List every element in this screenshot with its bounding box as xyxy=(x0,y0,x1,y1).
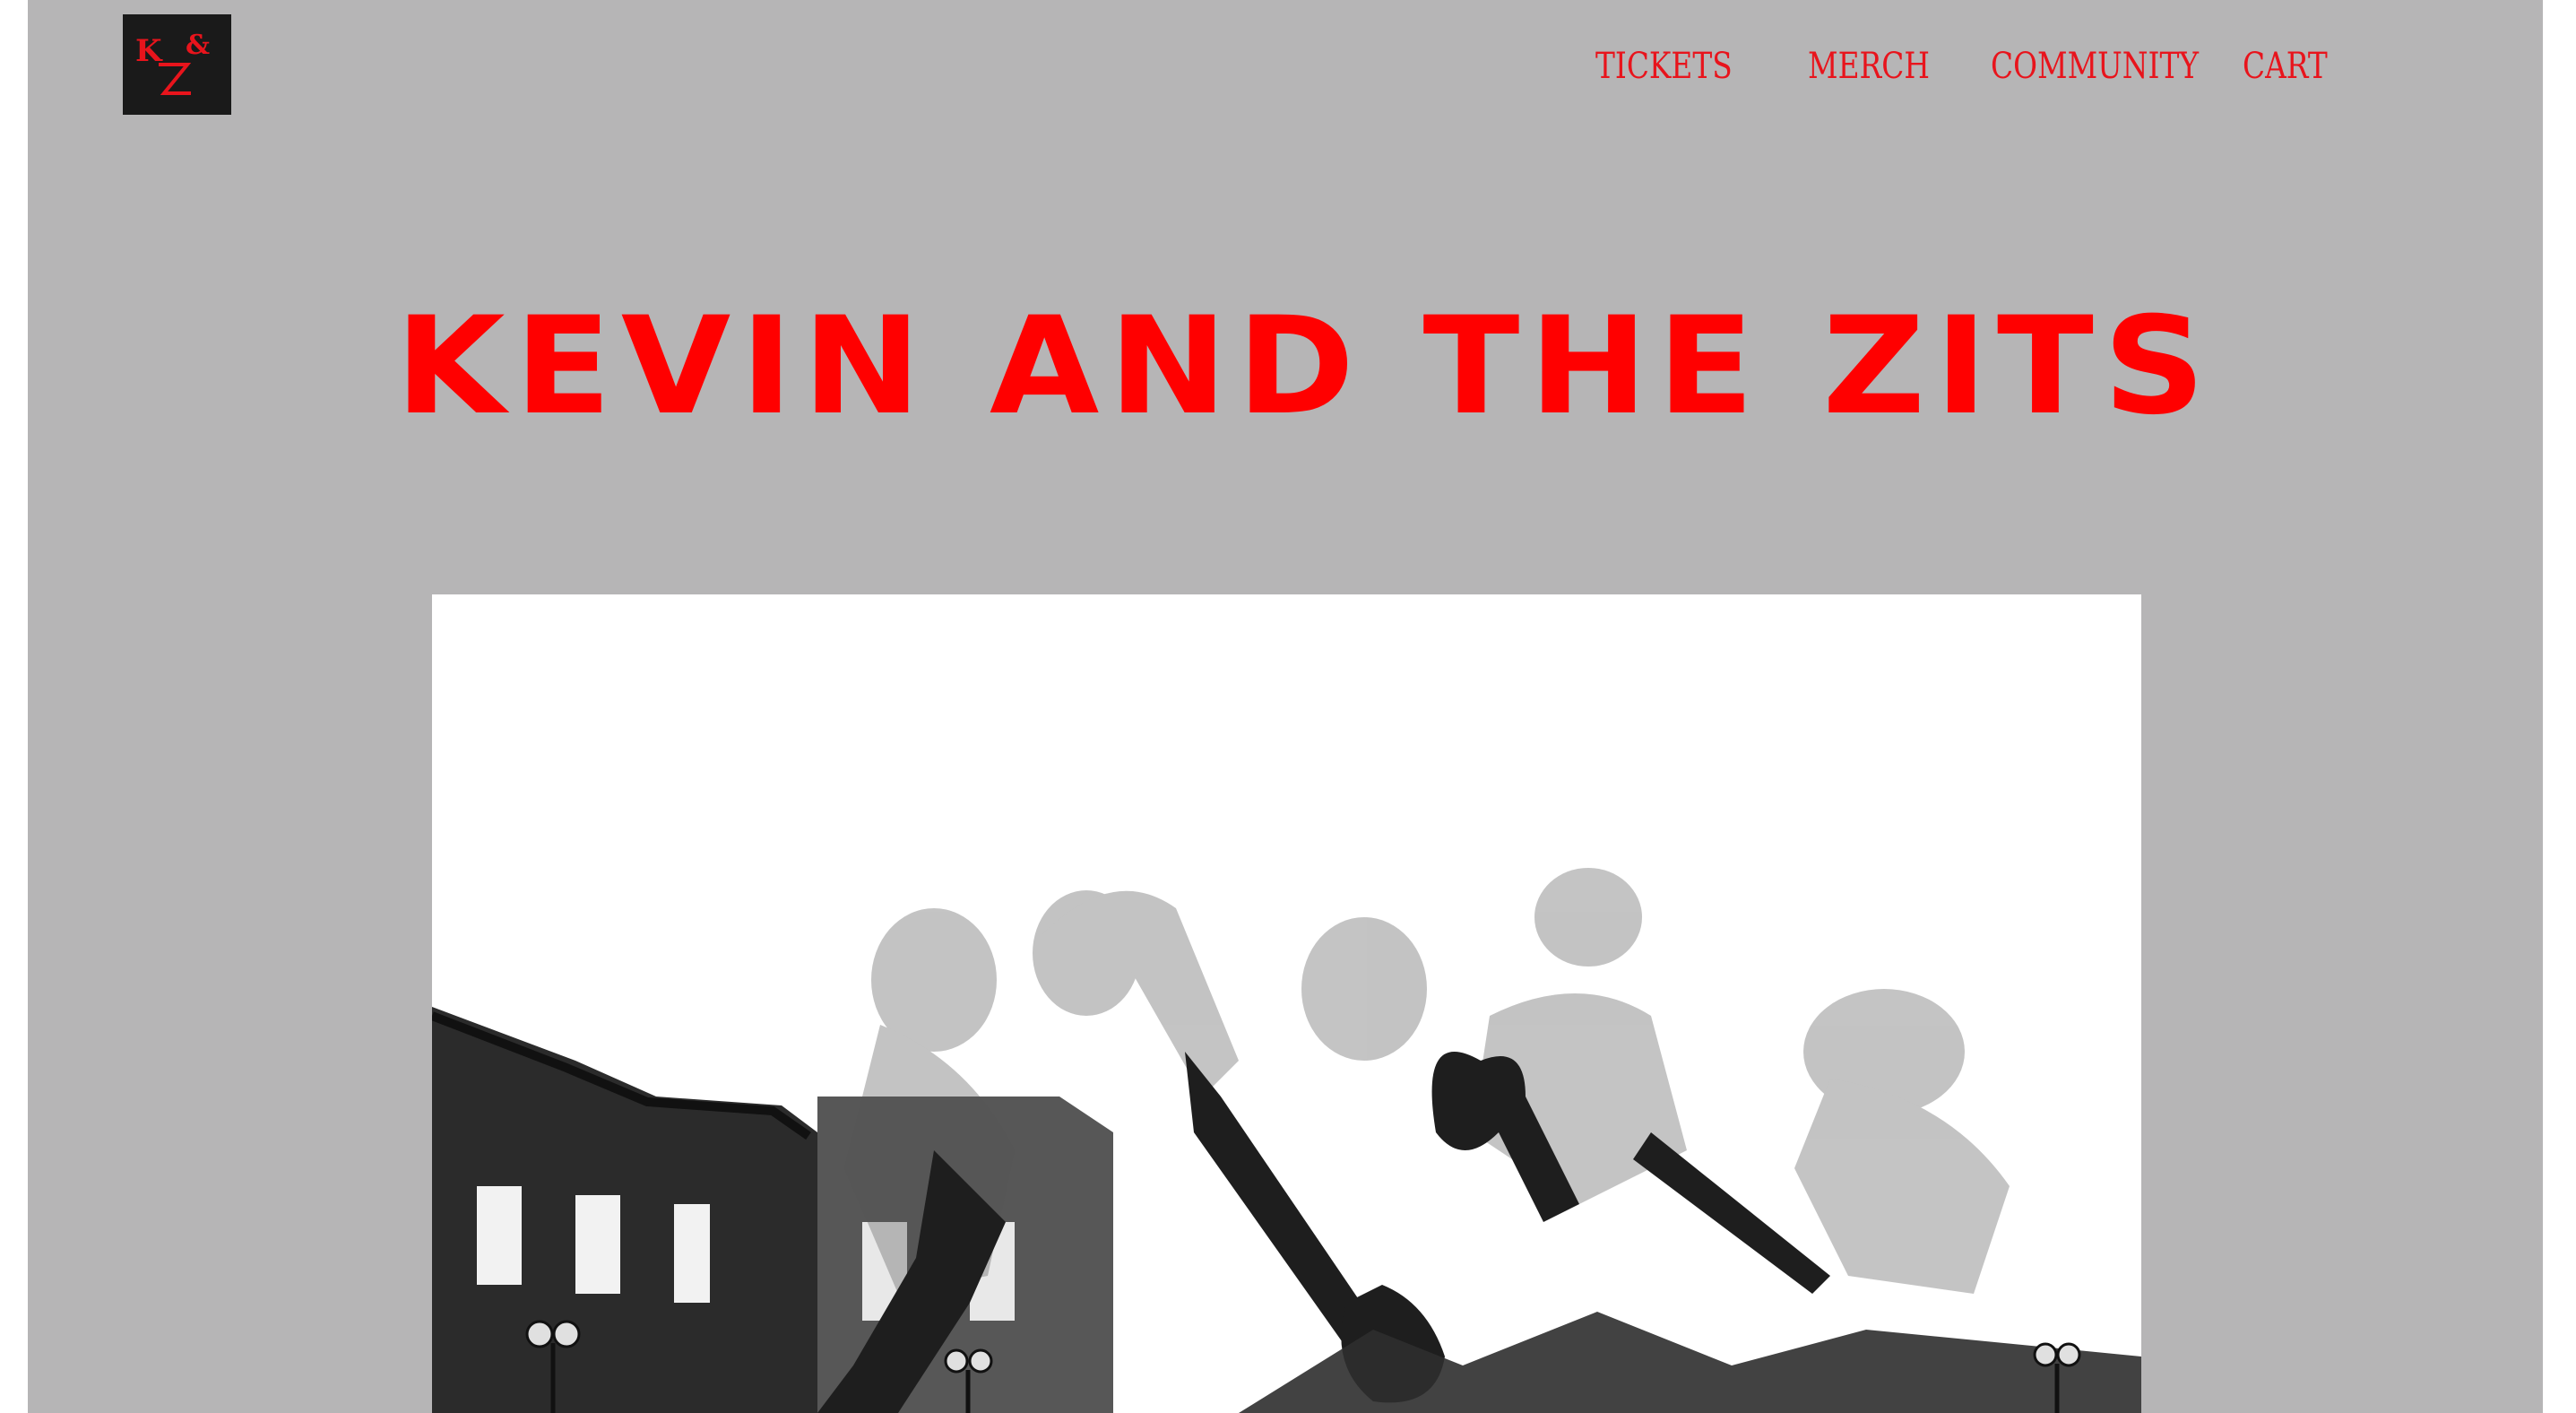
band-title-container: KEVIN AND THE ZITS xyxy=(386,300,2224,426)
nav-cart-link[interactable]: CART xyxy=(2243,39,2328,93)
band-photo-image xyxy=(432,594,2141,1413)
nav-tickets-link[interactable]: TICKETS xyxy=(1595,39,1733,93)
svg-text:&: & xyxy=(186,30,210,61)
site-container: K & TICKETS MERCH COMMUNITY CART KEVIN A… xyxy=(28,0,2543,1413)
page: K & TICKETS MERCH COMMUNITY CART KEVIN A… xyxy=(0,0,2576,1413)
hero-band-photo xyxy=(432,594,2141,1413)
band-title-graphic: KEVIN AND THE ZITS xyxy=(395,300,2215,426)
nav-merch-link[interactable]: MERCH xyxy=(1808,39,1930,93)
band-logo-icon: K & xyxy=(123,14,231,115)
nav-community-link[interactable]: COMMUNITY xyxy=(1991,39,2199,93)
site-logo[interactable]: K & xyxy=(123,14,231,115)
band-title: KEVIN AND THE ZITS xyxy=(395,300,2215,426)
